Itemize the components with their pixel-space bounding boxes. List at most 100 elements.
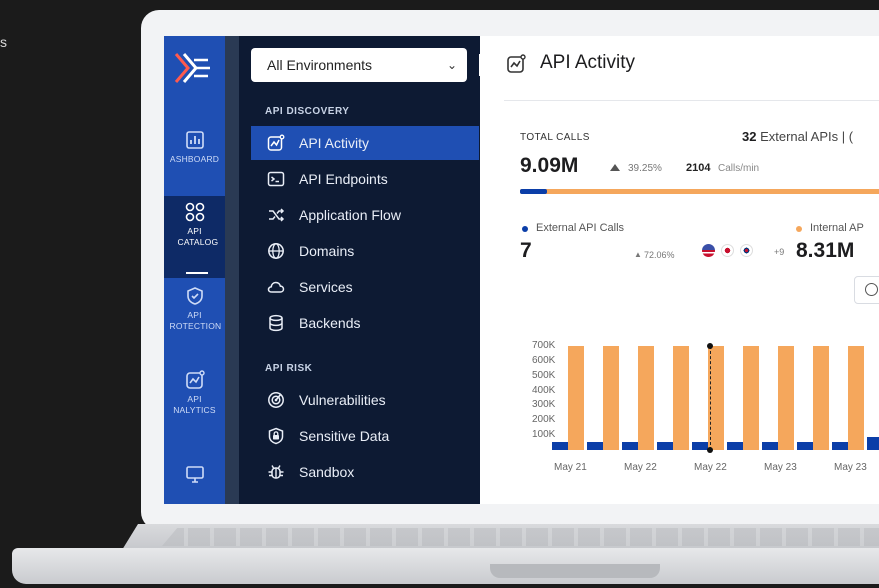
rail-item-api-protection[interactable]: API ROTECTION xyxy=(164,286,225,332)
environment-select[interactable]: All Environments ⌄ xyxy=(251,48,467,82)
external-apis-text: External APIs xyxy=(760,129,839,144)
menu-label: API Activity xyxy=(299,135,370,151)
shuffle-icon xyxy=(269,208,285,222)
globe-icon xyxy=(268,243,284,259)
hover-cursor-dot xyxy=(707,343,713,349)
internal-bar[interactable] xyxy=(603,346,619,450)
external-bar[interactable] xyxy=(762,441,778,450)
brand-logo-icon xyxy=(174,53,210,83)
external-bar[interactable] xyxy=(692,441,708,450)
icon-rail: ASHBOARD API CATALOG API ROTECTION API N… xyxy=(164,36,225,504)
x-tick-label: May 21 xyxy=(554,462,587,473)
rail-label-dashboard: ASHBOARD xyxy=(169,154,220,164)
internal-calls-value: 8.31M xyxy=(796,239,855,262)
internal-bar[interactable] xyxy=(673,346,689,450)
laptop-notch xyxy=(490,564,660,578)
menu-item-domains[interactable]: Domains xyxy=(251,234,479,268)
external-bar[interactable] xyxy=(622,441,638,450)
y-tick-label: 600K xyxy=(532,354,556,366)
y-tick-label: 200K xyxy=(532,414,556,426)
analytics-icon xyxy=(185,370,205,389)
calls-bar-chart: 700K 600K 500K 400K 300K 200K 100K May 21 May 22… xyxy=(480,332,879,482)
divider xyxy=(504,100,879,101)
total-calls-value: 9.09M xyxy=(520,154,579,177)
menu-item-api-endpoints[interactable]: API Endpoints xyxy=(251,162,479,196)
laptop-lip xyxy=(12,548,879,584)
rail-label-api-catalog: API CATALOG xyxy=(177,226,219,247)
active-indicator xyxy=(186,272,208,274)
hover-cursor-dot xyxy=(707,447,713,453)
total-calls-label: TOTAL CALLS xyxy=(520,132,590,143)
internal-bar[interactable] xyxy=(568,346,584,450)
activity-icon xyxy=(507,54,526,73)
bug-icon xyxy=(268,465,284,479)
activity-icon xyxy=(267,134,285,151)
x-tick-label: May 23 xyxy=(834,462,867,473)
environment-select-value: All Environments xyxy=(267,57,373,73)
clock-icon xyxy=(865,283,878,296)
internal-bar[interactable] xyxy=(778,346,794,450)
menu-label: Sensitive Data xyxy=(299,428,390,444)
time-range-button[interactable] xyxy=(854,276,879,304)
y-tick-label: 700K xyxy=(532,340,556,351)
chevron-down-icon: ⌄ xyxy=(446,58,457,72)
external-legend-dot xyxy=(522,226,528,232)
y-tick-label: 500K xyxy=(532,369,556,381)
database-icon xyxy=(269,314,283,332)
calls-per-min-value: 2104 xyxy=(686,162,711,174)
internal-legend-dot xyxy=(796,226,802,232)
terminal-icon xyxy=(267,171,285,187)
y-tick-label: 300K xyxy=(532,399,556,411)
keyboard-keys xyxy=(162,528,879,546)
hover-cursor-line xyxy=(710,346,711,450)
menu-item-backends[interactable]: Backends xyxy=(251,306,479,340)
internal-bar[interactable] xyxy=(638,346,654,450)
rail-item-api-analytics[interactable]: API NALYTICS xyxy=(164,370,225,416)
laptop-base xyxy=(12,520,879,588)
x-tick-label: May 23 xyxy=(764,462,797,473)
internal-bar[interactable] xyxy=(848,346,864,450)
external-apis-count: 32 xyxy=(742,129,757,144)
calls-split-bar xyxy=(520,189,879,194)
menu-item-application-flow[interactable]: Application Flow xyxy=(251,198,479,232)
menu-item-sandbox[interactable]: Sandbox xyxy=(251,455,479,489)
main-content: API Activity TOTAL CALLS 32 External API… xyxy=(480,36,879,504)
external-bar[interactable] xyxy=(797,441,813,450)
y-tick-label: 400K xyxy=(532,384,556,396)
menu-item-vulnerabilities[interactable]: Vulnerabilities xyxy=(251,383,479,417)
internal-calls-label: Internal AP xyxy=(810,222,864,234)
x-tick-label: May 22 xyxy=(624,462,657,473)
external-bar[interactable] xyxy=(587,441,603,450)
more-countries-count: +9 xyxy=(774,247,785,257)
catalog-menu: All Environments ⌄ API DISCOVERY API Act… xyxy=(225,36,489,504)
shield-check-icon xyxy=(186,287,203,305)
japan-flag-icon xyxy=(721,244,734,257)
internal-bar[interactable] xyxy=(743,346,759,450)
external-bar[interactable] xyxy=(552,441,568,450)
calls-per-min-label: Calls/min xyxy=(718,163,760,174)
external-apis-summary: 32 External APIs | ( xyxy=(742,129,853,144)
menu-item-sensitive-data[interactable]: Sensitive Data xyxy=(251,419,479,453)
external-apis-suffix: | ( xyxy=(841,129,854,144)
y-tick-label: 100K xyxy=(532,429,556,441)
section-api-risk: API RISK xyxy=(265,363,313,374)
menu-item-services[interactable]: Services xyxy=(251,270,479,304)
external-bar[interactable] xyxy=(657,441,673,450)
rail-item-api-catalog[interactable]: API CATALOG xyxy=(164,196,225,278)
external-calls-label: External API Calls xyxy=(536,222,625,234)
external-bar[interactable] xyxy=(867,437,879,450)
trend-up-icon xyxy=(610,164,620,171)
rail-item-dashboard[interactable]: ASHBOARD xyxy=(164,130,225,165)
external-bar[interactable] xyxy=(727,441,743,450)
menu-item-api-activity[interactable]: API Activity xyxy=(251,126,479,160)
menu-label: Backends xyxy=(299,315,361,331)
menu-label: Vulnerabilities xyxy=(299,392,386,408)
internal-bar[interactable] xyxy=(813,346,829,450)
rail-item-monitor[interactable] xyxy=(164,464,225,488)
us-flag-icon xyxy=(702,244,715,257)
lock-badge-icon xyxy=(268,427,284,445)
external-calls-value: 7 xyxy=(520,239,532,262)
external-bar[interactable] xyxy=(832,441,848,450)
cloud-icon xyxy=(267,281,285,293)
corner-text: s xyxy=(0,34,7,50)
